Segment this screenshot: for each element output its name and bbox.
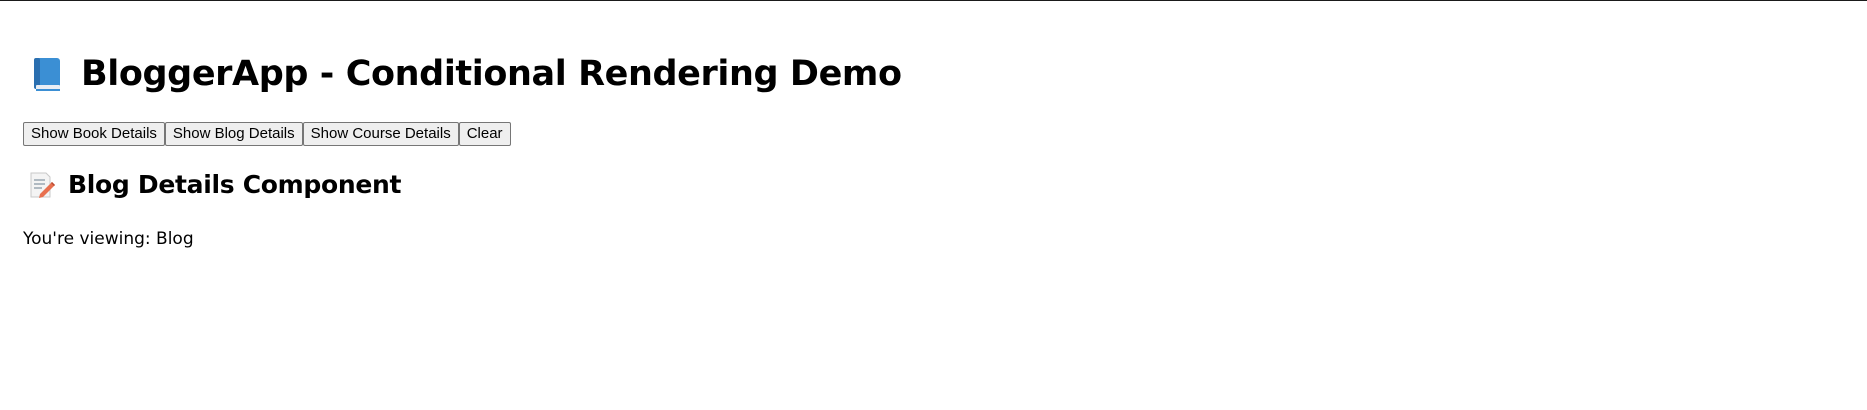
top-border xyxy=(0,0,1867,1)
clear-button[interactable]: Clear xyxy=(458,122,511,146)
show-course-details-button[interactable]: Show Course Details xyxy=(302,122,459,146)
blog-details-header: Blog Details Component xyxy=(23,170,402,200)
viewing-value: Blog xyxy=(156,229,194,249)
toolbar: Show Book Details Show Blog Details Show… xyxy=(23,122,511,146)
app-root: BloggerApp - Conditional Rendering Demo … xyxy=(23,52,902,249)
viewing-text: You're viewing: Blog xyxy=(23,228,194,250)
memo-icon xyxy=(28,170,56,200)
section-title: Blog Details Component xyxy=(68,170,402,199)
viewing-label: You're viewing: xyxy=(23,229,157,249)
blue-book-icon xyxy=(31,56,63,92)
page-header: BloggerApp - Conditional Rendering Demo xyxy=(23,52,902,96)
show-book-details-button[interactable]: Show Book Details xyxy=(23,122,165,146)
show-blog-details-button[interactable]: Show Blog Details xyxy=(164,122,303,146)
page-title: BloggerApp - Conditional Rendering Demo xyxy=(81,54,902,94)
